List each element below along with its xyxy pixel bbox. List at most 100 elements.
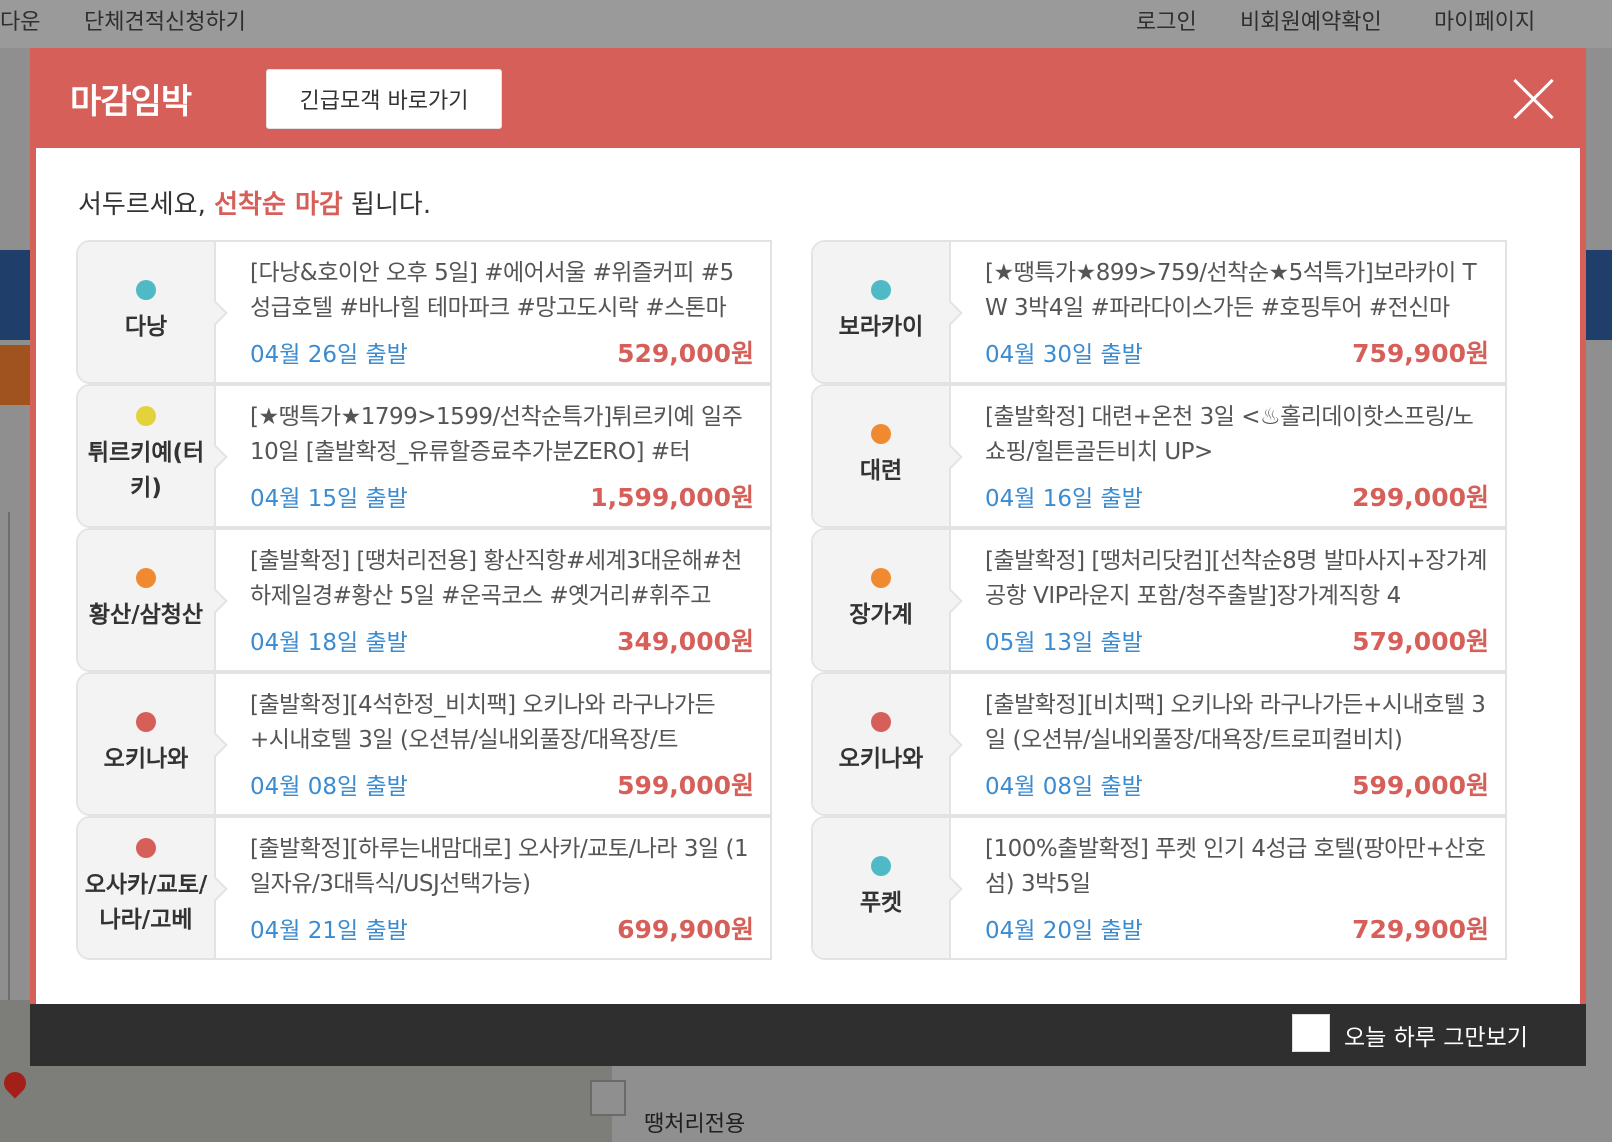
background-topbar: 다운 단체견적신청하기 로그인 비회원예약확인 마이페이지 [0,0,1612,48]
deal-card[interactable]: 오키나와 [출발확정][비치팩] 오키나와 라구나가든+시내호텔 3일 (오션뷰… [811,672,1507,816]
deal-info: [출발확정][하루는내맘대로] 오사카/교토/나라 3일 (1일자유/3대특식/… [218,818,770,958]
deal-title[interactable]: [출발확정][비치팩] 오키나와 라구나가든+시내호텔 3일 (오션뷰/실내외풀… [985,688,1489,758]
popup-body: 서두르세요, 선착순 마감 됩니다. 다낭 [다낭&호이안 오후 5일] #에어… [36,148,1580,1028]
deal-info: [출발확정] 대련+온천 3일 <♨홀리데이핫스프링/노쇼핑/힐튼골든비치 UP… [953,386,1505,526]
deal-date: 04월 30일 출발 [985,342,1143,368]
deal-meta: 04월 18일 출발 349,000원 [250,622,754,658]
deal-price: 759,900원 [1352,339,1489,368]
deal-destination: 오사카/교토/나라/고베 [84,872,208,933]
deal-price: 599,000원 [1352,771,1489,800]
deal-info: [100%출발확정] 푸켓 인기 4성급 호텔(팡아만+산호섬) 3박5일 04… [953,818,1505,958]
deal-destination-panel: 장가계 [813,530,951,670]
deal-destination-panel: 푸켓 [813,818,951,958]
deal-meta: 04월 21일 출발 699,900원 [250,910,754,946]
deal-card[interactable]: 오사카/교토/나라/고베 [출발확정][하루는내맘대로] 오사카/교토/나라 3… [76,816,772,960]
destination-dot-icon [871,423,891,444]
urgent-recruit-button[interactable]: 긴급모객 바로가기 [266,69,502,129]
deal-info: [출발확정] [땡처리전용] 황산직항#세계3대운해#천하제일경#황산 5일 #… [218,530,770,670]
deal-meta: 04월 08일 출발 599,000원 [250,766,754,802]
deal-info: [다낭&호이안 오후 5일] #에어서울 #위즐커피 #5성급호텔 #바나힐 테… [218,242,770,382]
deal-price: 699,900원 [617,915,754,944]
deal-card[interactable]: 보라카이 [★땡특가★899>759/선착순★5석특가]보라카이 TW 3박4일… [811,240,1507,384]
deal-destination-panel: 대련 [813,386,951,526]
deal-date: 04월 20일 출발 [985,918,1143,944]
deal-destination: 보라카이 [838,313,924,340]
deal-title[interactable]: [출발확정][하루는내맘대로] 오사카/교토/나라 3일 (1일자유/3대특식/… [250,832,754,902]
destination-dot-icon [871,711,891,732]
deal-destination: 튀르키예(터키) [87,440,205,501]
deal-meta: 04월 15일 출발 1,599,000원 [250,478,754,514]
deal-date: 04월 21일 출발 [250,918,408,944]
nav-link-login[interactable]: 로그인 [1136,4,1197,36]
deal-title[interactable]: [출발확정] 대련+온천 3일 <♨홀리데이핫스프링/노쇼핑/힐튼골든비치 UP… [985,400,1489,470]
deal-meta: 04월 08일 출발 599,000원 [985,766,1489,802]
nav-link-left-0[interactable]: 다운 [0,4,40,36]
deal-date: 04월 15일 출발 [250,486,408,512]
deal-info: [출발확정][4석한정_비치팩] 오키나와 라구나가든+시내호텔 3일 (오션뷰… [218,674,770,814]
deal-card[interactable]: 튀르키예(터키) [★땡특가★1799>1599/선착순특가]튀르키예 일주 1… [76,384,772,528]
deal-destination: 오키나와 [103,745,189,772]
deal-title[interactable]: [100%출발확정] 푸켓 인기 4성급 호텔(팡아만+산호섬) 3박5일 [985,832,1489,902]
deal-destination: 오키나와 [838,745,924,772]
dont-show-today-checkbox[interactable] [1292,1014,1330,1052]
deal-destination: 다낭 [124,313,168,340]
deal-title[interactable]: [출발확정][4석한정_비치팩] 오키나와 라구나가든+시내호텔 3일 (오션뷰… [250,688,754,758]
destination-dot-icon [136,838,156,858]
deal-destination: 황산/삼청산 [88,601,204,628]
deal-meta: 04월 20일 출발 729,900원 [985,910,1489,946]
popup-notice: 서두르세요, 선착순 마감 됩니다. [78,184,431,221]
deal-card[interactable]: 오키나와 [출발확정][4석한정_비치팩] 오키나와 라구나가든+시내호텔 3일… [76,672,772,816]
closing-soon-popup: 마감임박 긴급모객 바로가기 서두르세요, 선착순 마감 됩니다. 다낭 [다낭… [30,48,1586,1034]
deal-date: 04월 26일 출발 [250,342,408,368]
deal-card[interactable]: 대련 [출발확정] 대련+온천 3일 <♨홀리데이핫스프링/노쇼핑/힐튼골든비치… [811,384,1507,528]
background-checkbox [590,1080,626,1116]
deal-price: 349,000원 [617,627,754,656]
deal-date: 04월 18일 출발 [250,630,408,656]
destination-dot-icon [136,279,156,300]
deal-destination-panel: 오키나와 [813,674,951,814]
deal-destination: 푸켓 [859,889,903,916]
deal-card[interactable]: 다낭 [다낭&호이안 오후 5일] #에어서울 #위즐커피 #5성급호텔 #바나… [76,240,772,384]
destination-dot-icon [871,567,891,588]
deal-title[interactable]: [다낭&호이안 오후 5일] #에어서울 #위즐커피 #5성급호텔 #바나힐 테… [250,256,754,326]
nav-link-group-quote[interactable]: 단체견적신청하기 [84,4,246,36]
dont-show-today-label[interactable]: 오늘 하루 그만보기 [1344,1018,1528,1052]
deal-price: 729,900원 [1352,915,1489,944]
deal-price: 599,000원 [617,771,754,800]
deal-title[interactable]: [출발확정] [땡처리닷컴][선착순8명 발마사지+장가계공항 VIP라운지 포… [985,544,1489,614]
deal-card[interactable]: 장가계 [출발확정] [땡처리닷컴][선착순8명 발마사지+장가계공항 VIP라… [811,528,1507,672]
deal-title[interactable]: [★땡특가★1799>1599/선착순특가]튀르키예 일주 10일 [출발확정_… [250,400,754,470]
destination-dot-icon [136,567,156,588]
destination-dot-icon [871,279,891,300]
deal-date: 04월 08일 출발 [985,774,1143,800]
deal-title[interactable]: [★땡특가★899>759/선착순★5석특가]보라카이 TW 3박4일 #파라다… [985,256,1489,326]
deal-price: 529,000원 [617,339,754,368]
notice-highlight: 선착순 마감 [214,190,343,220]
destination-dot-icon [136,406,156,426]
background-divider [8,512,10,1000]
deals-column-left: 다낭 [다낭&호이안 오후 5일] #에어서울 #위즐커피 #5성급호텔 #바나… [76,240,772,960]
destination-dot-icon [136,711,156,732]
popup-header: 마감임박 긴급모객 바로가기 [30,48,1586,148]
nav-link-mypage[interactable]: 마이페이지 [1434,4,1535,36]
deal-card[interactable]: 황산/삼청산 [출발확정] [땡처리전용] 황산직항#세계3대운해#천하제일경#… [76,528,772,672]
background-orange-tab [0,345,30,405]
deal-info: [출발확정] [땡처리닷컴][선착순8명 발마사지+장가계공항 VIP라운지 포… [953,530,1505,670]
deal-info: [출발확정][비치팩] 오키나와 라구나가든+시내호텔 3일 (오션뷰/실내외풀… [953,674,1505,814]
close-icon[interactable] [1508,74,1558,124]
nav-link-guest-reservation[interactable]: 비회원예약확인 [1240,4,1382,36]
deal-date: 04월 08일 출발 [250,774,408,800]
deal-destination-panel: 황산/삼청산 [78,530,216,670]
deal-destination-panel: 오키나와 [78,674,216,814]
deal-info: [★땡특가★899>759/선착순★5석특가]보라카이 TW 3박4일 #파라다… [953,242,1505,382]
deal-title[interactable]: [출발확정] [땡처리전용] 황산직항#세계3대운해#천하제일경#황산 5일 #… [250,544,754,614]
notice-suffix: 됩니다. [342,190,432,220]
deal-card[interactable]: 푸켓 [100%출발확정] 푸켓 인기 4성급 호텔(팡아만+산호섬) 3박5일… [811,816,1507,960]
deal-price: 299,000원 [1352,483,1489,512]
popup-footer: 오늘 하루 그만보기 [30,1004,1586,1066]
deals-column-right: 보라카이 [★땡특가★899>759/선착순★5석특가]보라카이 TW 3박4일… [811,240,1507,960]
deal-price: 1,599,000원 [590,483,754,512]
deal-destination-panel: 다낭 [78,242,216,382]
background-label: 땡처리전용 [644,1112,746,1137]
deal-destination-panel: 오사카/교토/나라/고베 [78,818,216,958]
